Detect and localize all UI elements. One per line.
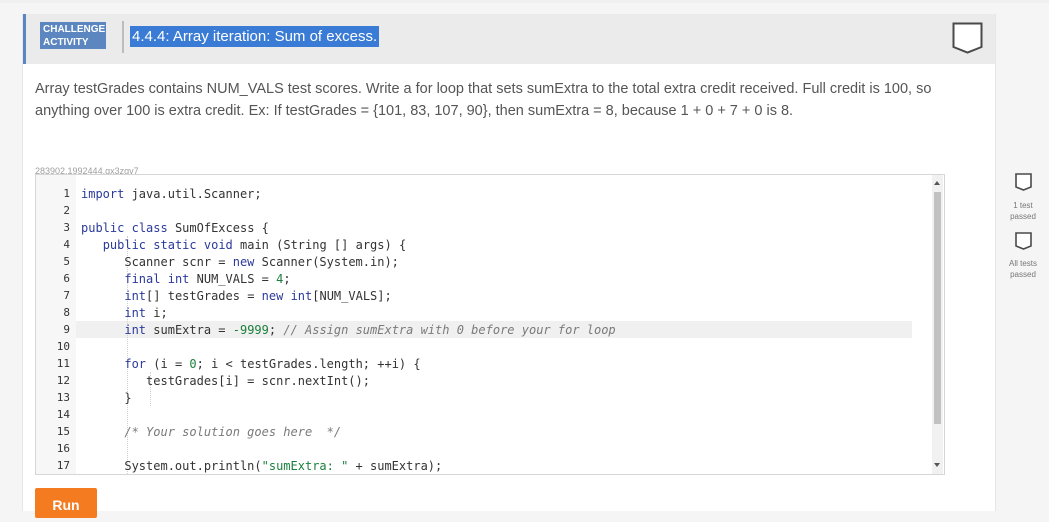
test-result-label: 1 test passed xyxy=(1010,201,1036,221)
code-line[interactable]: System.out.println("sumExtra: " + sumExt… xyxy=(81,458,911,474)
run-button[interactable]: Run xyxy=(35,488,97,518)
test-shield-icon xyxy=(1015,232,1032,250)
line-number: 7 xyxy=(63,289,70,302)
line-number: 13 xyxy=(56,391,70,404)
scroll-up-icon[interactable] xyxy=(934,181,940,185)
line-number: 1 xyxy=(63,187,70,200)
code-line[interactable]: int sumExtra = -9999; // Assign sumExtra… xyxy=(81,322,911,339)
code-line[interactable]: } xyxy=(81,390,911,407)
code-line[interactable]: final int NUM_VALS = 4; xyxy=(81,271,911,288)
line-number: 17 xyxy=(56,459,70,472)
line-number: 4 xyxy=(63,238,70,251)
activity-header: CHALLENGE ACTIVITY 4.4.4: Array iteratio… xyxy=(23,14,995,64)
scrollbar-thumb[interactable] xyxy=(934,192,941,424)
test-result-label: All tests passed xyxy=(1008,259,1037,279)
line-number: 11 xyxy=(56,357,70,370)
line-number: 16 xyxy=(56,442,70,455)
line-number: 10 xyxy=(56,340,70,353)
line-number: 15 xyxy=(56,425,70,438)
code-line[interactable] xyxy=(81,339,911,356)
test-shield-icon xyxy=(1015,173,1032,191)
code-line[interactable]: for (i = 0; i < testGrades.length; ++i) … xyxy=(81,356,911,373)
code-line[interactable]: import java.util.Scanner; xyxy=(81,186,911,203)
badge-line-2: ACTIVITY xyxy=(43,37,89,48)
line-number: 9 xyxy=(63,323,70,336)
code-line[interactable]: Scanner scnr = new Scanner(System.in); xyxy=(81,254,911,271)
line-number: 2 xyxy=(63,204,70,217)
header-divider xyxy=(122,21,124,53)
line-number: 12 xyxy=(56,374,70,387)
problem-description: Array testGrades contains NUM_VALS test … xyxy=(35,81,932,119)
challenge-card: CHALLENGE ACTIVITY 4.4.4: Array iteratio… xyxy=(22,14,996,518)
badge-line-1: CHALLENGE xyxy=(43,24,106,35)
code-line[interactable]: public static void main (String [] args)… xyxy=(81,237,911,254)
top-border xyxy=(0,0,1049,3)
code-line[interactable]: testGrades[i] = scnr.nextInt(); xyxy=(81,373,911,390)
line-number: 14 xyxy=(56,408,70,421)
line-number: 5 xyxy=(63,255,70,268)
line-number: 8 xyxy=(63,306,70,319)
line-number: 6 xyxy=(63,272,70,285)
code-line[interactable] xyxy=(81,441,911,458)
code-line[interactable] xyxy=(81,407,911,424)
completion-shield-icon xyxy=(952,22,983,54)
challenge-activity-badge: CHALLENGE ACTIVITY xyxy=(40,22,106,49)
code-line[interactable] xyxy=(81,203,911,220)
code-line[interactable]: int[] testGrades = new int[NUM_VALS]; xyxy=(81,288,911,305)
code-line[interactable]: /* Your solution goes here */ xyxy=(81,424,911,441)
activity-title: 4.4.4: Array iteration: Sum of excess. xyxy=(130,26,380,47)
line-number: 3 xyxy=(63,221,70,234)
scroll-down-icon[interactable] xyxy=(934,463,940,467)
code-editor[interactable]: 1 2 3 4 5 6 7 8 9 10 11 12 13 14 15 16 17 import java.ut… xyxy=(35,174,945,475)
code-line[interactable]: public class SumOfExcess { xyxy=(81,220,911,237)
code-line[interactable]: int i; xyxy=(81,305,911,322)
